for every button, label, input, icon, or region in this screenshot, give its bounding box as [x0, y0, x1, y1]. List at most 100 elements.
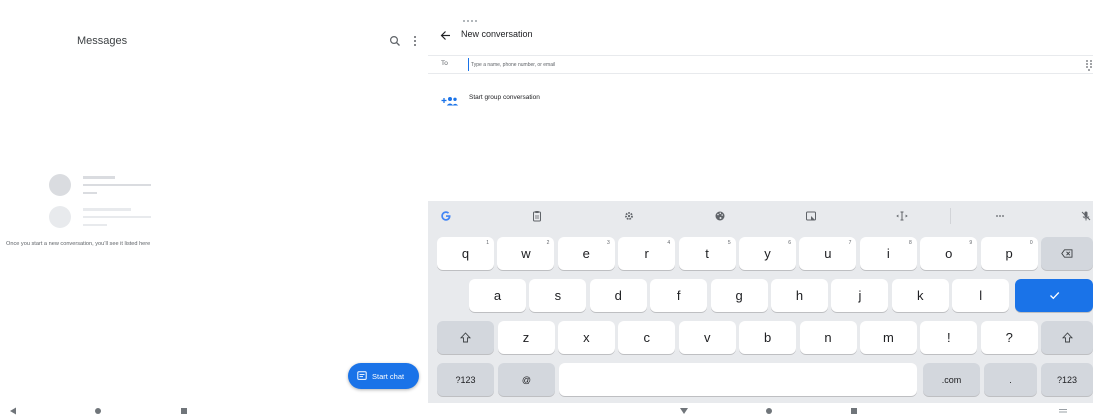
shift-icon	[460, 332, 471, 343]
key-a-label: a	[493, 288, 502, 303]
conversation-list-pane: Messages Once you start a new conversati…	[0, 0, 428, 403]
period-key[interactable]: .	[984, 363, 1037, 396]
key-a[interactable]: a	[469, 279, 526, 312]
more-options-icon[interactable]	[412, 34, 418, 48]
key-g-label: g	[735, 288, 743, 303]
mic-off-icon[interactable]	[1079, 209, 1093, 223]
backspace-icon	[1061, 249, 1073, 258]
search-icon[interactable]	[389, 34, 401, 46]
key-e-hint: 3	[607, 240, 610, 246]
key-u[interactable]: u7	[799, 237, 857, 270]
key-y[interactable]: y6	[739, 237, 796, 270]
shift-key-right[interactable]	[1041, 321, 1093, 354]
key-s[interactable]: s	[529, 279, 587, 312]
dotcom-key[interactable]: .com	[923, 363, 980, 396]
key-p[interactable]: p0	[980, 237, 1038, 270]
key-w-label: w	[521, 246, 531, 261]
hide-keyboard-icon[interactable]	[678, 405, 690, 417]
back-arrow-icon[interactable]	[440, 28, 451, 40]
key-d-label: d	[614, 288, 622, 303]
key-h[interactable]: h	[771, 279, 828, 312]
key-k[interactable]: k	[891, 279, 949, 312]
key-exclamation-label: !	[946, 330, 951, 345]
settings-icon[interactable]	[622, 209, 636, 223]
key-q-label: q	[461, 246, 470, 261]
key-s-label: s	[554, 288, 562, 303]
keyboard-switch-icon[interactable]	[1057, 405, 1069, 417]
text-cursor-icon[interactable]	[895, 209, 909, 223]
key-b[interactable]: b	[739, 321, 797, 354]
key-exclamation[interactable]: !	[920, 321, 978, 354]
start-chat-label: Start chat	[372, 371, 405, 381]
symbols-key-right[interactable]: ?123	[1041, 363, 1093, 396]
key-e[interactable]: e3	[557, 237, 615, 270]
start-group-conversation-label[interactable]: Start group conversation	[469, 94, 540, 101]
key-v[interactable]: v	[678, 321, 736, 354]
at-key-label: @	[521, 374, 532, 385]
key-j-label: j	[858, 288, 862, 303]
key-c[interactable]: c	[618, 321, 676, 354]
chat-icon	[357, 371, 367, 380]
home-nav-icon[interactable]	[92, 405, 104, 417]
key-z[interactable]: z	[497, 321, 555, 354]
key-o[interactable]: o9	[920, 237, 978, 270]
key-question[interactable]: ?	[980, 321, 1038, 354]
on-screen-keyboard: q 1 w 2 e 3 r 4 t 5 y 6 u 7 i 8 o 9 p 0 a s d f g h j k l z x c v b n m!? ?1…	[428, 201, 1093, 403]
sticker-icon[interactable]	[804, 209, 818, 223]
key-b-label: b	[763, 330, 772, 345]
key-w[interactable]: w2	[497, 237, 555, 270]
system-navigation-bar	[0, 403, 1093, 419]
key-r-label: r	[644, 246, 649, 261]
key-n[interactable]: n	[799, 321, 857, 354]
google-icon[interactable]	[439, 209, 453, 223]
key-f-label: f	[676, 288, 681, 303]
shift-icon-right	[1061, 332, 1073, 343]
add-group-icon[interactable]	[441, 93, 459, 106]
at-key[interactable]: @	[498, 363, 555, 396]
home-nav-icon-right[interactable]	[763, 405, 775, 417]
key-i-label: i	[886, 246, 890, 261]
start-chat-button[interactable]: Start chat	[348, 363, 419, 389]
key-q[interactable]: q1	[437, 237, 494, 270]
key-j[interactable]: j	[831, 279, 889, 312]
key-t-label: t	[705, 246, 709, 261]
status-dots-icon	[462, 10, 482, 22]
key-o-label: o	[945, 246, 953, 261]
key-x[interactable]: x	[557, 321, 615, 354]
empty-state-text: Once you start a new conversation, you’l…	[6, 241, 151, 247]
backspace-key[interactable]	[1041, 237, 1093, 270]
dialpad-icon[interactable]	[1085, 58, 1093, 71]
recents-nav-icon-right[interactable]	[848, 405, 860, 417]
recipient-input[interactable]	[468, 58, 968, 71]
key-t-hint: 5	[727, 240, 731, 246]
clipboard-icon[interactable]	[530, 209, 544, 223]
key-w-hint: 2	[546, 240, 550, 246]
palette-icon[interactable]	[713, 209, 727, 223]
key-g[interactable]: g	[710, 279, 768, 312]
key-l[interactable]: l	[952, 279, 1010, 312]
keyboard-toolbar	[428, 201, 1093, 231]
more-icon[interactable]	[993, 209, 1007, 223]
recents-nav-icon[interactable]	[178, 405, 190, 417]
key-u-hint: 7	[848, 240, 852, 246]
period-key-label: .	[1009, 374, 1012, 385]
space-key[interactable]	[559, 363, 917, 396]
key-m-label: m	[882, 330, 894, 345]
empty-state-illustration	[46, 171, 156, 231]
key-o-hint: 9	[969, 240, 973, 246]
key-m[interactable]: m	[859, 321, 917, 354]
key-u-label: u	[824, 246, 832, 261]
key-f[interactable]: f	[650, 279, 708, 312]
shift-key-left[interactable]	[437, 321, 494, 354]
enter-key[interactable]	[1015, 279, 1093, 312]
key-t[interactable]: t5	[678, 237, 736, 270]
symbols-key[interactable]: ?123	[437, 363, 494, 396]
key-d[interactable]: d	[589, 279, 647, 312]
back-nav-icon[interactable]	[7, 405, 19, 417]
key-r[interactable]: r4	[618, 237, 676, 270]
key-r-hint: 4	[667, 240, 671, 246]
key-y-label: y	[764, 246, 771, 261]
key-e-label: e	[582, 246, 590, 261]
key-y-hint: 6	[788, 240, 791, 246]
key-i[interactable]: i8	[859, 237, 917, 270]
